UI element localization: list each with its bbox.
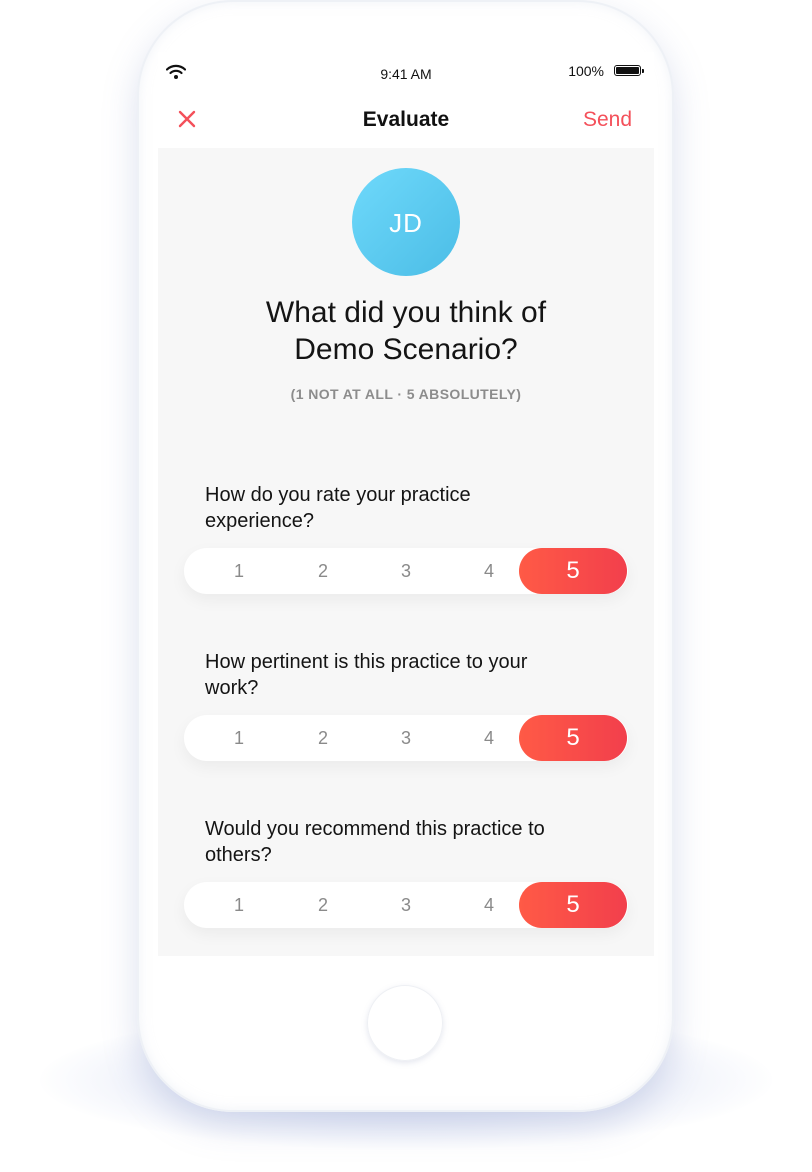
rating-bar: 1 2 3 4 5 <box>184 882 628 928</box>
question-3: Would you recommend this practice to oth… <box>184 816 628 928</box>
rating-option-1[interactable]: 1 <box>209 882 269 928</box>
rating-option-3[interactable]: 3 <box>376 882 436 928</box>
question-1: How do you rate your practice experience… <box>184 482 628 594</box>
rating-option-3[interactable]: 3 <box>376 715 436 761</box>
send-button[interactable]: Send <box>583 108 632 132</box>
survey-title-line1: What did you think of <box>265 296 547 329</box>
rating-option-2[interactable]: 2 <box>293 715 353 761</box>
rating-bar: 1 2 3 4 5 <box>184 548 628 594</box>
nav-bar: Evaluate Send <box>158 94 654 148</box>
close-button[interactable] <box>174 106 200 132</box>
survey-title: What did you think of Demo Scenario? <box>158 294 654 368</box>
question-text: How do you rate your practice experience… <box>205 484 471 532</box>
battery-percent: 100% <box>568 63 604 79</box>
rating-option-4[interactable]: 4 <box>459 715 519 761</box>
rating-option-5-selected[interactable]: 5 <box>519 715 627 761</box>
question-text: How pertinent is this practice to your w… <box>205 651 528 699</box>
rating-option-1[interactable]: 1 <box>209 715 269 761</box>
question-2: How pertinent is this practice to your w… <box>184 649 628 761</box>
rating-option-1[interactable]: 1 <box>209 548 269 594</box>
rating-option-4[interactable]: 4 <box>459 548 519 594</box>
rating-option-2[interactable]: 2 <box>293 882 353 928</box>
page-title: Evaluate <box>362 108 450 131</box>
screen: 9:41 AM 100% Evaluate Send JD What did y… <box>158 52 654 956</box>
avatar: JD <box>352 168 460 276</box>
question-text: Would you recommend this practice to oth… <box>205 818 545 866</box>
home-button[interactable] <box>367 985 443 1061</box>
rating-option-4[interactable]: 4 <box>459 882 519 928</box>
close-icon <box>178 110 196 128</box>
rating-option-5-selected[interactable]: 5 <box>519 548 627 594</box>
survey-title-line2: Demo Scenario? <box>294 333 518 366</box>
rating-bar: 1 2 3 4 5 <box>184 715 628 761</box>
rating-option-3[interactable]: 3 <box>376 548 436 594</box>
rating-option-2[interactable]: 2 <box>293 548 353 594</box>
status-bar: 9:41 AM 100% <box>158 52 654 94</box>
rating-option-5-selected[interactable]: 5 <box>519 882 627 928</box>
scale-hint: (1 NOT AT ALL · 5 ABSOLUTELY) <box>290 386 522 402</box>
battery-icon <box>614 65 644 76</box>
